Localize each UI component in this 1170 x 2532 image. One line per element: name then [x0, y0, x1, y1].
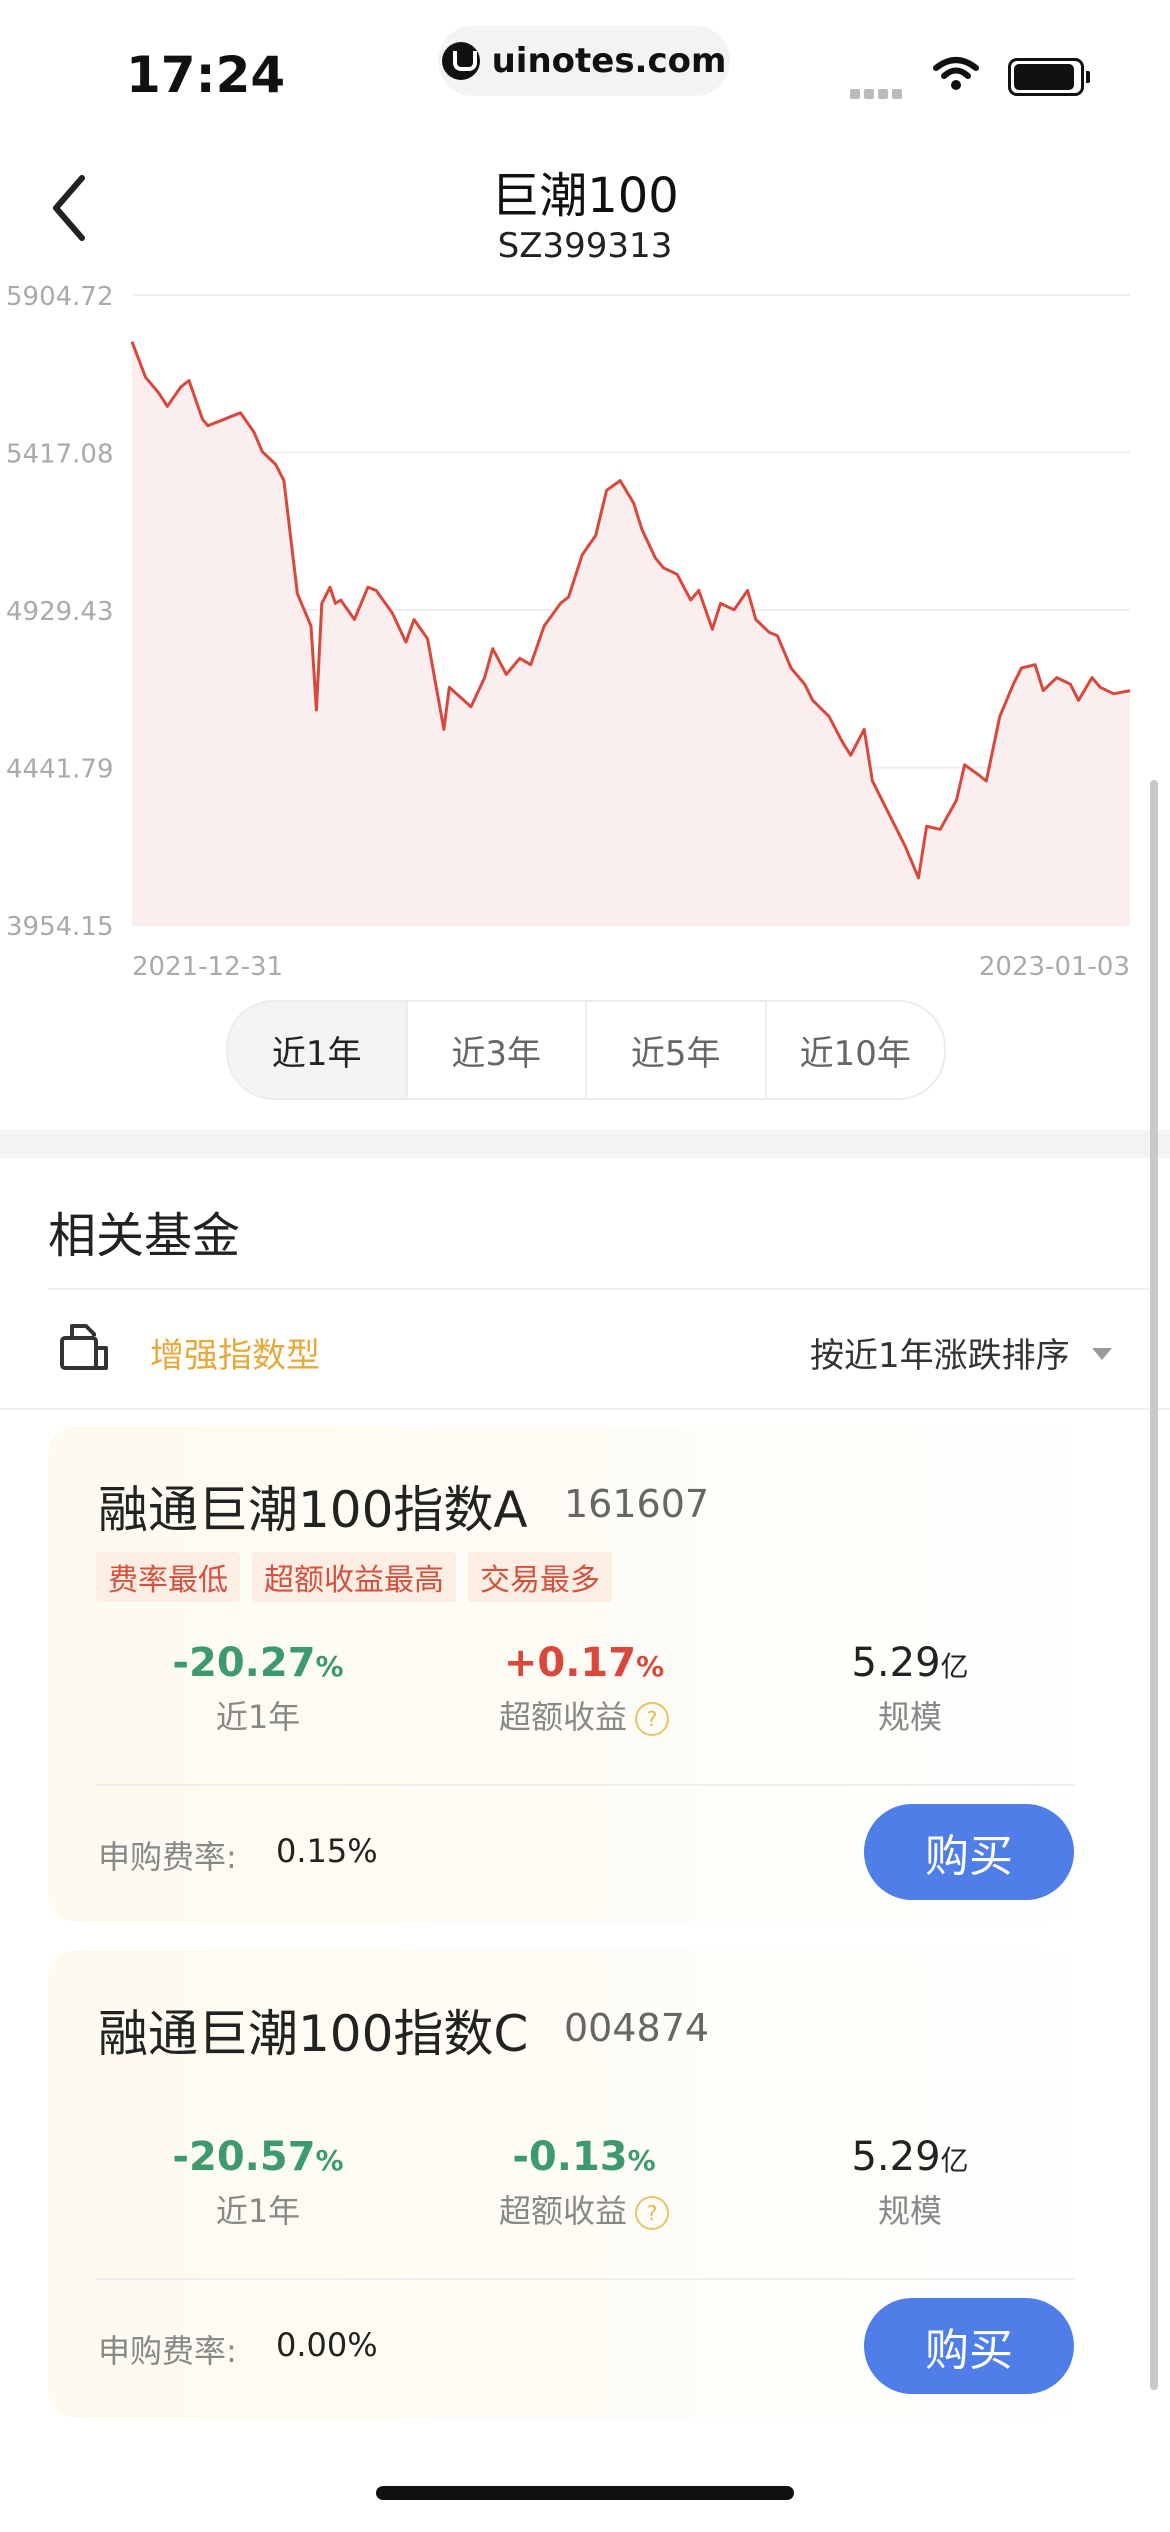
divider: [48, 1288, 1158, 1290]
home-indicator[interactable]: [376, 2486, 794, 2500]
fee-value: 0.00%: [276, 2326, 378, 2364]
metric-excess: +0.17% 超额收益?: [434, 1640, 734, 1738]
fund-card[interactable]: 融通巨潮100指数C 004874 -20.57% 近1年 -0.13% 超额收…: [48, 1950, 1124, 2418]
sort-dropdown[interactable]: 按近1年涨跌排序: [810, 1328, 1070, 1377]
fund-name: 融通巨潮100指数A: [98, 1481, 528, 1539]
fee-label: 申购费率:: [98, 2332, 237, 2370]
wifi-icon: [933, 57, 979, 90]
help-icon[interactable]: ?: [635, 2196, 669, 2230]
site-logo-icon: [441, 42, 480, 80]
caret-down-icon[interactable]: [1092, 1348, 1112, 1360]
excess-value: -0.13%: [512, 2134, 656, 2180]
related-funds-title: 相关基金: [48, 1208, 241, 1264]
divider: [0, 1408, 1170, 1410]
period-10y[interactable]: 近10年: [767, 1002, 945, 1098]
fund-tag: 交易最多: [468, 1552, 612, 1602]
excess-label: 超额收益?: [434, 1692, 734, 1738]
period-1y[interactable]: 近1年: [228, 1002, 408, 1098]
section-divider: [0, 1130, 1170, 1158]
url-pill[interactable]: uinotes.com: [438, 26, 730, 96]
fund-code: 004874: [564, 2006, 710, 2050]
period-3y[interactable]: 近3年: [408, 1002, 587, 1098]
y-tick-label: 5904.72: [6, 282, 114, 312]
url-text: uinotes.com: [491, 41, 727, 81]
fee-label: 申购费率:: [98, 1838, 237, 1876]
help-icon[interactable]: ?: [635, 1702, 669, 1736]
return-1y-value: -20.57%: [172, 2134, 344, 2180]
status-bar: 17:24 uinotes.com: [0, 0, 1170, 140]
fund-name: 融通巨潮100指数C: [98, 2005, 529, 2063]
y-tick-label: 5417.08: [6, 439, 114, 469]
excess-label: 超额收益?: [434, 2186, 734, 2232]
x-tick-label-end: 2023-01-03: [979, 952, 1130, 982]
metric-scale: 5.29亿 规模: [760, 1640, 1060, 1738]
scale-label: 规模: [877, 2192, 942, 2230]
return-1y-value: -20.27%: [172, 1640, 344, 1686]
x-tick-label-start: 2021-12-31: [132, 952, 283, 982]
index-price-chart[interactable]: 5904.72 5417.08 4929.43 4441.79 3954.15 2021-…: [0, 280, 1170, 1000]
metric-return-1y: -20.57% 近1年: [108, 2134, 408, 2232]
fund-filter-icon[interactable]: [56, 1320, 110, 1374]
metric-scale: 5.29亿 规模: [760, 2134, 1060, 2232]
scale-value: 5.29亿: [851, 2134, 969, 2180]
excess-value: +0.17%: [503, 1640, 665, 1686]
divider: [96, 1784, 1076, 1786]
cellular-signal-icon: [850, 84, 906, 103]
buy-button[interactable]: 购买: [864, 1804, 1074, 1900]
scale-value: 5.29亿: [851, 1640, 969, 1686]
divider: [96, 2278, 1076, 2280]
fund-code: 161607: [564, 1482, 710, 1526]
fee-value: 0.15%: [276, 1832, 378, 1870]
return-1y-label: 近1年: [215, 1698, 301, 1736]
status-time: 17:24: [126, 46, 286, 104]
fund-tag: 超额收益最高: [252, 1552, 456, 1602]
fund-tags: 费率最低 超额收益最高 交易最多: [96, 1552, 612, 1602]
return-1y-label: 近1年: [215, 2192, 301, 2230]
page-title: 巨潮100: [491, 168, 679, 224]
period-selector: 近1年 近3年 近5年 近10年: [226, 1000, 946, 1100]
y-tick-label: 4929.43: [6, 597, 114, 627]
metric-return-1y: -20.27% 近1年: [108, 1640, 408, 1738]
period-5y[interactable]: 近5年: [587, 1002, 767, 1098]
scale-label: 规模: [877, 1698, 942, 1736]
fund-type-filter[interactable]: 增强指数型: [150, 1328, 320, 1377]
y-tick-label: 3954.15: [6, 912, 114, 942]
scrollbar[interactable]: [1150, 780, 1158, 2390]
y-tick-label: 4441.79: [6, 755, 114, 785]
metric-excess: -0.13% 超额收益?: [434, 2134, 734, 2232]
index-code: SZ399313: [497, 226, 673, 266]
battery-icon: [1008, 58, 1090, 96]
fund-card[interactable]: 融通巨潮100指数A 161607 费率最低 超额收益最高 交易最多 -20.2…: [48, 1426, 1124, 1922]
fund-tag: 费率最低: [96, 1552, 240, 1602]
buy-button[interactable]: 购买: [864, 2298, 1074, 2394]
series-area: [132, 341, 1130, 925]
